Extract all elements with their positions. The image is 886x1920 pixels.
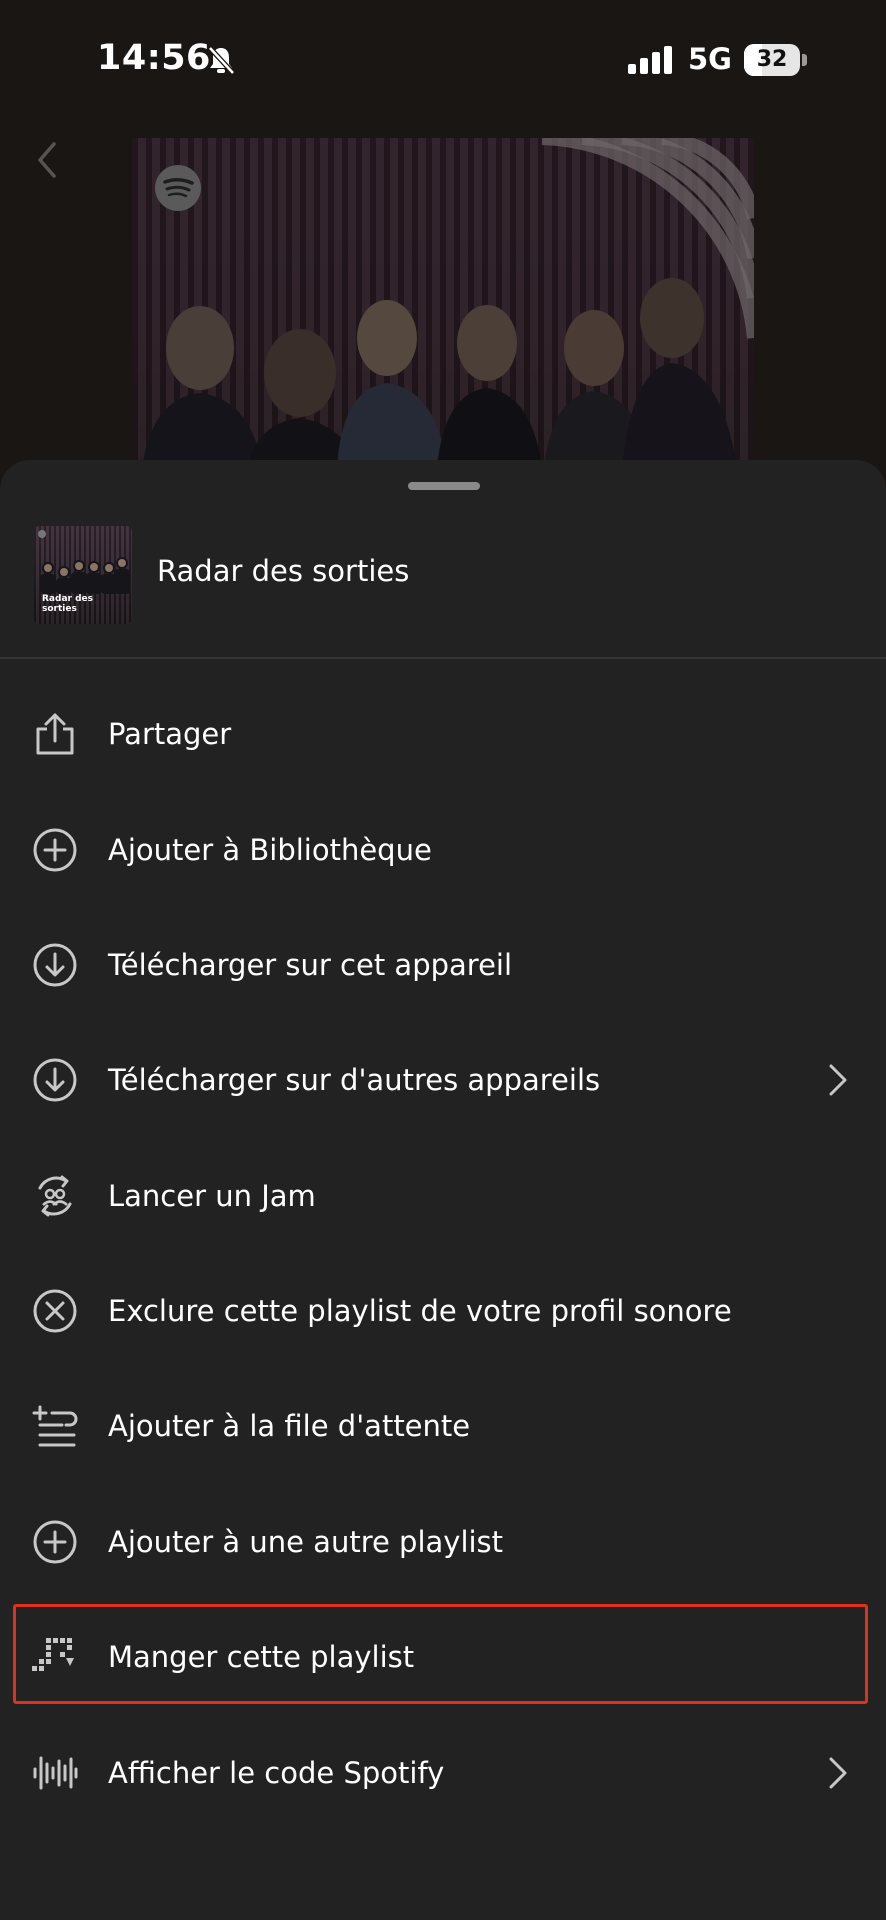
menu-item-spotify-code[interactable]: Afficher le code Spotify <box>0 1720 886 1824</box>
menu-item-add-to-other-playlist[interactable]: Ajouter à une autre playlist <box>0 1489 886 1593</box>
menu-item-label: Exclure cette playlist de votre profil s… <box>108 1294 732 1328</box>
back-chevron-icon[interactable] <box>30 138 70 182</box>
battery-level: 32 <box>756 47 788 72</box>
menu-item-label: Afficher le code Spotify <box>108 1756 445 1790</box>
playlist-thumbnail: Radar des sorties <box>34 526 132 624</box>
divider <box>0 657 886 659</box>
playlist-header: Radar des sorties Radar des sorties <box>0 520 886 638</box>
add-circle-icon <box>33 1520 77 1564</box>
chevron-right-icon <box>829 1757 847 1789</box>
spotify-logo-icon <box>155 165 201 211</box>
add-circle-icon <box>33 828 77 872</box>
download-circle-icon <box>33 943 77 987</box>
playlist-title: Radar des sorties <box>157 554 410 588</box>
menu-item-label: Ajouter à une autre playlist <box>108 1525 504 1559</box>
network-type: 5G <box>688 42 732 76</box>
menu-item-download-other-devices[interactable]: Télécharger sur d'autres appareils <box>0 1027 886 1131</box>
chevron-right-icon <box>829 1064 847 1096</box>
download-circle-icon <box>33 1058 77 1102</box>
status-time: 14:56 <box>97 38 211 78</box>
add-to-queue-icon <box>32 1405 78 1447</box>
menu-item-download-device[interactable]: Télécharger sur cet appareil <box>0 912 886 1016</box>
menu-item-label: Lancer un Jam <box>108 1179 316 1213</box>
highlight-box <box>13 1604 868 1704</box>
menu-item-add-to-library[interactable]: Ajouter à Bibliothèque <box>0 797 886 901</box>
menu-item-label: Partager <box>108 717 232 751</box>
menu-item-add-to-queue[interactable]: Ajouter à la file d'attente <box>0 1373 886 1477</box>
menu-item-exclude-taste-profile[interactable]: Exclure cette playlist de votre profil s… <box>0 1258 886 1362</box>
menu-item-label: Ajouter à la file d'attente <box>108 1409 471 1443</box>
battery-icon: 32 <box>744 44 808 76</box>
playlist-cover-image <box>132 138 754 468</box>
jam-icon <box>38 1175 72 1217</box>
spotify-code-icon <box>33 1756 78 1790</box>
status-bar: 14:56 5G 32 <box>0 0 886 120</box>
menu-item-label: Télécharger sur d'autres appareils <box>108 1063 601 1097</box>
menu-item-label: Télécharger sur cet appareil <box>108 948 513 982</box>
sheet-grabber-handle[interactable] <box>408 482 480 490</box>
thumbnail-caption: Radar des sorties <box>42 594 93 614</box>
bell-muted-icon <box>208 46 235 75</box>
cellular-signal-icon <box>628 46 672 74</box>
share-icon <box>36 713 74 755</box>
exclude-circle-icon <box>33 1289 77 1333</box>
menu-item-label: Ajouter à Bibliothèque <box>108 833 432 867</box>
menu-item-start-jam[interactable]: Lancer un Jam <box>0 1143 886 1247</box>
menu-item-share[interactable]: Partager <box>0 681 886 785</box>
